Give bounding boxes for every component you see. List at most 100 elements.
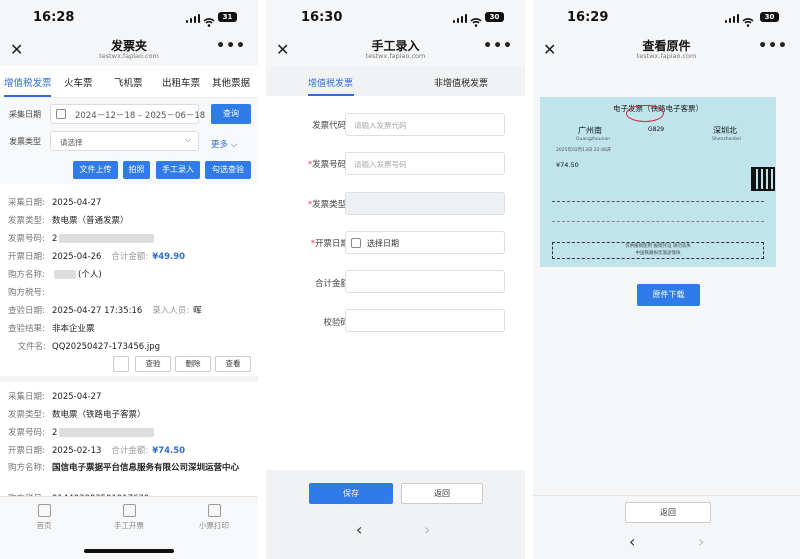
bottom-nav: 首页 手工开票 小票打印: [0, 496, 258, 559]
collect-date-label: 采集日期: [9, 110, 41, 119]
download-original-button[interactable]: 原件下载: [637, 284, 700, 306]
invoice-type-select[interactable]: [345, 192, 505, 215]
label-text: 合计金额: [314, 279, 349, 289]
invoice-type-label: 发票类型: [9, 137, 41, 146]
from-pinyin: Guangzhounan: [576, 137, 611, 142]
entry-person-value: 晖: [193, 306, 202, 316]
file-name-value: QQ20250427-173456.jpg: [52, 342, 161, 352]
invoice-code-input[interactable]: 请输入发票代码: [345, 113, 505, 136]
forward-arrow-icon[interactable]: ›: [424, 520, 430, 539]
more-label: 更多: [211, 140, 229, 150]
tab-flight-ticket[interactable]: 飞机票: [114, 75, 143, 89]
back-arrow-icon[interactable]: ‹: [356, 520, 362, 539]
back-button[interactable]: 返回: [625, 502, 711, 523]
ticket-footer-box: 仅供报销使用 报销凭证 请勿丢失 中国铁路祝您旅途愉快: [552, 242, 764, 259]
signal-icon: [186, 14, 200, 23]
issue-date-value: 2025-02-13: [52, 446, 102, 456]
tab-vat-invoice[interactable]: 增值税发票: [308, 76, 353, 89]
select-checkbox[interactable]: [113, 356, 129, 372]
field-label: 查验结果:: [8, 324, 45, 334]
input-placeholder: 请输入发票代码: [354, 121, 407, 130]
nav-label: 手工开票: [114, 521, 144, 530]
check-code-input[interactable]: [345, 309, 505, 332]
tab-vat-invoice[interactable]: 增值税发票: [4, 75, 52, 89]
field-label: 采集日期:: [8, 198, 45, 208]
nav-bar: ✕ 手工录入 testwx.fapiao.com •••: [266, 34, 525, 66]
invoice-no-value: 2: [52, 234, 58, 244]
tab-non-vat-invoice[interactable]: 非增值税发票: [434, 76, 488, 89]
battery-icon: 30: [760, 12, 779, 22]
tab-train-ticket[interactable]: 火车票: [64, 75, 93, 89]
query-button[interactable]: 查询: [211, 104, 251, 124]
original-viewer: 电子发票（铁路电子客票） 广州南 Guangzhounan G829 深圳北 S…: [533, 66, 800, 495]
battery-icon: 31: [218, 12, 237, 22]
back-button[interactable]: 返回: [401, 483, 483, 504]
field-label: 购方税号:: [8, 288, 45, 298]
chevron-down-icon: ⌵: [184, 135, 191, 144]
wifi-icon: [742, 12, 754, 27]
view-button[interactable]: 查看: [215, 356, 251, 372]
photo-button[interactable]: 拍照: [123, 161, 150, 179]
invoice-number-input[interactable]: 请输入发票号码: [345, 152, 505, 175]
qr-code: [751, 167, 775, 191]
to-pinyin: Shenzhenbei: [712, 137, 742, 142]
invoice-type-value: 数电票（普通发票）: [52, 216, 129, 226]
more-icon[interactable]: •••: [216, 38, 246, 54]
more-filters-link[interactable]: 更多 ⌵: [211, 138, 237, 150]
nav-label: 首页: [36, 521, 52, 530]
status-bar: 16:28 31: [0, 0, 258, 34]
status-time: 16:28: [33, 10, 75, 25]
date-range-picker[interactable]: 2024－12－18 – 2025－06－18: [50, 104, 205, 124]
invoice-code-label: 发票代码:: [312, 119, 349, 131]
invoice-type-select[interactable]: 请选择 ⌵: [50, 131, 199, 151]
action-bar: 保存 返回 ‹ ›: [266, 470, 525, 559]
check-date-value: 2025-04-27 17:35:16: [52, 306, 143, 316]
back-arrow-icon[interactable]: ‹: [629, 532, 635, 551]
collect-date-value: 2025-04-27: [52, 198, 102, 208]
field-label: 开票日期:: [8, 252, 45, 262]
nav-home[interactable]: 首页: [14, 504, 74, 531]
save-button[interactable]: 保存: [309, 483, 393, 504]
delete-button[interactable]: 删除: [175, 356, 211, 372]
status-bar: 16:30 30: [266, 0, 525, 34]
field-label: 文件名:: [17, 342, 46, 352]
nav-label: 小票打印: [199, 521, 229, 530]
more-icon[interactable]: •••: [483, 38, 513, 54]
amount-value: ¥74.50: [152, 446, 186, 456]
tab-underline: [4, 95, 51, 97]
file-upload-button[interactable]: 文件上传: [73, 161, 118, 179]
issue-date-picker[interactable]: 选择日期: [345, 231, 505, 254]
field-label: 合计金额:: [111, 446, 149, 456]
status-time: 16:30: [301, 10, 343, 25]
redacted-block: [54, 270, 76, 279]
nav-receipt-print[interactable]: 小票打印: [184, 504, 244, 531]
invoice-type-label: *发票类型:: [308, 198, 349, 210]
home-grid-icon: [37, 504, 51, 517]
field-label: 查验日期:: [8, 306, 45, 316]
ticket-image: 电子发票（铁路电子客票） 广州南 Guangzhounan G829 深圳北 S…: [540, 97, 776, 267]
depart-time: 2025年02月13日 22:48开: [556, 148, 612, 153]
forward-arrow-icon[interactable]: ›: [698, 532, 704, 551]
label-text: 发票代码:: [312, 121, 349, 131]
nav-manual-invoice[interactable]: 手工开票: [99, 504, 159, 531]
footer-line: 中国铁路祝您旅途愉快: [635, 251, 681, 256]
field-label: 购方名称:: [8, 270, 45, 280]
manual-entry-button[interactable]: 手工录入: [156, 161, 200, 179]
invoice-type-value: 数电票（铁路电子客票）: [52, 410, 146, 420]
field-label: 合计金额:: [111, 252, 149, 262]
check-verify-button[interactable]: 勾选查验: [205, 161, 251, 179]
ticket-stamp: [626, 105, 664, 122]
more-icon[interactable]: •••: [758, 38, 788, 54]
check-result-value: 非本企业票: [52, 324, 95, 334]
from-city: 广州南: [578, 126, 602, 135]
verify-button[interactable]: 查验: [135, 356, 171, 372]
calendar-icon: [351, 238, 361, 248]
battery-icon: 30: [485, 12, 504, 22]
filter-panel: 采集日期 2024－12－18 – 2025－06－18 查询 发票类型 请选择…: [0, 98, 258, 184]
tab-other-ticket[interactable]: 其他票据: [212, 75, 250, 89]
total-amount-label: 合计金额: [315, 277, 349, 289]
action-bar: 返回 ‹ ›: [533, 495, 800, 559]
tab-taxi-ticket[interactable]: 出租车票: [162, 75, 200, 89]
status-time: 16:29: [567, 10, 609, 25]
total-amount-input[interactable]: [345, 270, 505, 293]
